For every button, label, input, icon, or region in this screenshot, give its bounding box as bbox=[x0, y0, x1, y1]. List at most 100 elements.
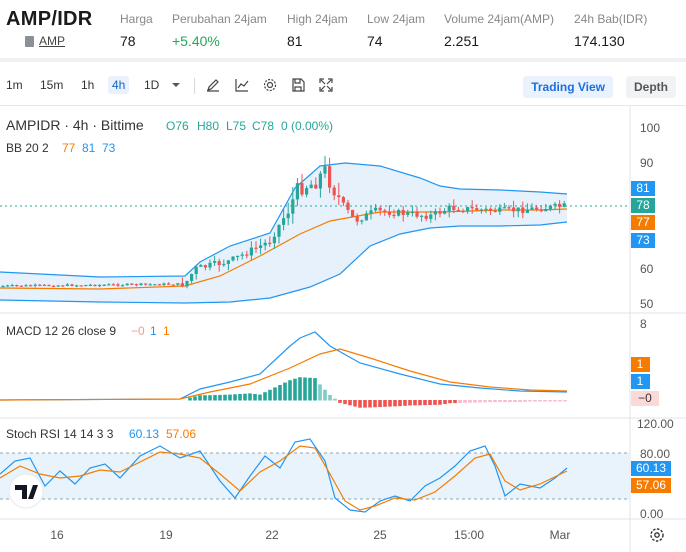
stat-label: High 24jam bbox=[287, 12, 348, 26]
timeframe-1d[interactable]: 1D bbox=[144, 78, 159, 92]
macd-histogram-bar bbox=[413, 400, 417, 406]
depth-button[interactable]: Depth bbox=[626, 76, 676, 98]
candle-body bbox=[420, 215, 424, 217]
timeframe-1m[interactable]: 1m bbox=[6, 78, 23, 92]
candle-body bbox=[102, 284, 106, 286]
macd-histogram-bar bbox=[273, 387, 277, 401]
macd-histogram-bar bbox=[533, 400, 537, 402]
macd-histogram-bar bbox=[388, 400, 392, 407]
candle-body bbox=[447, 205, 451, 211]
macd-histogram-bar bbox=[208, 395, 212, 401]
legend-close: C78 bbox=[252, 119, 274, 133]
macd-histogram-bar bbox=[438, 400, 442, 405]
candle-body bbox=[176, 283, 180, 285]
macd-histogram-bar bbox=[323, 389, 327, 401]
legend-low: L75 bbox=[226, 119, 246, 133]
candle-body bbox=[562, 203, 566, 207]
candle-body bbox=[144, 283, 148, 285]
macd-histogram-bar bbox=[368, 400, 372, 408]
candle-body bbox=[355, 216, 359, 222]
gear-icon[interactable] bbox=[262, 77, 278, 93]
macd-histogram-bar bbox=[318, 384, 322, 401]
macd-histogram-bar bbox=[428, 400, 432, 405]
candle-body bbox=[236, 255, 240, 258]
macd-histogram-bar bbox=[463, 400, 467, 403]
timeframe-4h[interactable]: 4h bbox=[108, 76, 130, 94]
candle-body bbox=[346, 202, 350, 210]
candle-body bbox=[98, 284, 102, 287]
stoch-label: Stoch RSI 14 14 3 3 bbox=[6, 427, 114, 441]
candle-body bbox=[351, 209, 355, 217]
stat-change: Perubahan 24jam +5.40% bbox=[172, 12, 267, 49]
candle-body bbox=[15, 285, 19, 287]
candle-body bbox=[162, 283, 166, 286]
macd-histogram-bar bbox=[333, 398, 337, 401]
stat-high: High 24jam 81 bbox=[287, 12, 348, 49]
candle-body bbox=[383, 210, 387, 212]
candle-body bbox=[226, 260, 230, 264]
candle-body bbox=[512, 207, 516, 212]
candle-body bbox=[438, 211, 442, 214]
macd-histogram-bar bbox=[253, 394, 257, 401]
candle-body bbox=[240, 254, 244, 256]
candle-body bbox=[360, 220, 364, 222]
stat-quote-volume: 24h Bab(IDR) 174.130 bbox=[574, 12, 647, 49]
stat-value: +5.40% bbox=[172, 33, 220, 49]
line-chart-icon[interactable] bbox=[234, 77, 250, 93]
stoch-band-fill bbox=[0, 453, 630, 499]
macd-histogram-bar bbox=[563, 400, 567, 402]
macd-histogram-bar bbox=[558, 400, 562, 402]
coin-link-row[interactable]: AMP bbox=[25, 34, 65, 48]
macd-histogram-bar bbox=[293, 378, 297, 401]
macd-histogram-bar bbox=[303, 377, 307, 401]
candle-body bbox=[337, 195, 341, 198]
macd-histogram-bar bbox=[548, 400, 552, 402]
macd-histogram-bar bbox=[518, 400, 522, 403]
market-header: AMP/IDR AMP Harga 78 Perubahan 24jam +5.… bbox=[0, 0, 686, 62]
macd-histogram-bar bbox=[503, 400, 507, 403]
candle-body bbox=[79, 285, 83, 287]
candle-body bbox=[56, 285, 60, 287]
toolbar-divider bbox=[194, 78, 195, 94]
candle-body bbox=[282, 218, 286, 225]
macd-histogram-bar bbox=[423, 400, 427, 406]
save-icon[interactable] bbox=[290, 77, 306, 93]
chart-settings-icon[interactable] bbox=[650, 528, 664, 542]
stat-label: Perubahan 24jam bbox=[172, 12, 267, 26]
macd-histogram-bar bbox=[228, 394, 232, 401]
stoch-d-value: 57.06 bbox=[166, 427, 196, 441]
candle-body bbox=[323, 166, 327, 174]
bb-upper-badge-label: 81 bbox=[636, 181, 650, 195]
candle-body bbox=[171, 284, 175, 286]
candle-body bbox=[222, 263, 226, 266]
candle-body bbox=[88, 284, 92, 287]
macd-histogram-bar bbox=[338, 400, 342, 403]
candle-body bbox=[424, 215, 428, 219]
macd-histogram-bar bbox=[188, 397, 192, 401]
stoch-rsi-layer bbox=[0, 438, 630, 513]
trading-view-button[interactable]: Trading View bbox=[523, 76, 613, 98]
candle-body bbox=[70, 284, 74, 286]
candle-body bbox=[29, 285, 33, 287]
macd-histogram-bar bbox=[543, 400, 547, 402]
fullscreen-icon[interactable] bbox=[318, 77, 334, 93]
macd-histogram-bar bbox=[553, 400, 557, 402]
macd-histogram-bar bbox=[373, 400, 377, 408]
candle-body bbox=[539, 209, 543, 212]
bb-middle-value: 77 bbox=[62, 141, 76, 155]
candle-body bbox=[553, 203, 557, 206]
candle-body bbox=[397, 209, 401, 216]
candle-body bbox=[507, 207, 511, 209]
candle-body bbox=[291, 199, 295, 214]
chevron-down-icon[interactable] bbox=[171, 80, 181, 90]
stoch-tick: 80.00 bbox=[640, 447, 670, 461]
macd-histogram-bar bbox=[233, 394, 237, 401]
coin-link[interactable]: AMP bbox=[39, 34, 65, 48]
candle-body bbox=[199, 265, 203, 267]
stat-value: 74 bbox=[367, 33, 383, 49]
timeframe-1h[interactable]: 1h bbox=[81, 78, 94, 92]
pencil-icon[interactable] bbox=[205, 77, 221, 93]
timeframe-15m[interactable]: 15m bbox=[40, 78, 63, 92]
candle-body bbox=[185, 280, 189, 287]
price-chart[interactable]: AMPIDR · 4h · Bittime O76 H80 L75 C78 0 … bbox=[0, 106, 686, 552]
